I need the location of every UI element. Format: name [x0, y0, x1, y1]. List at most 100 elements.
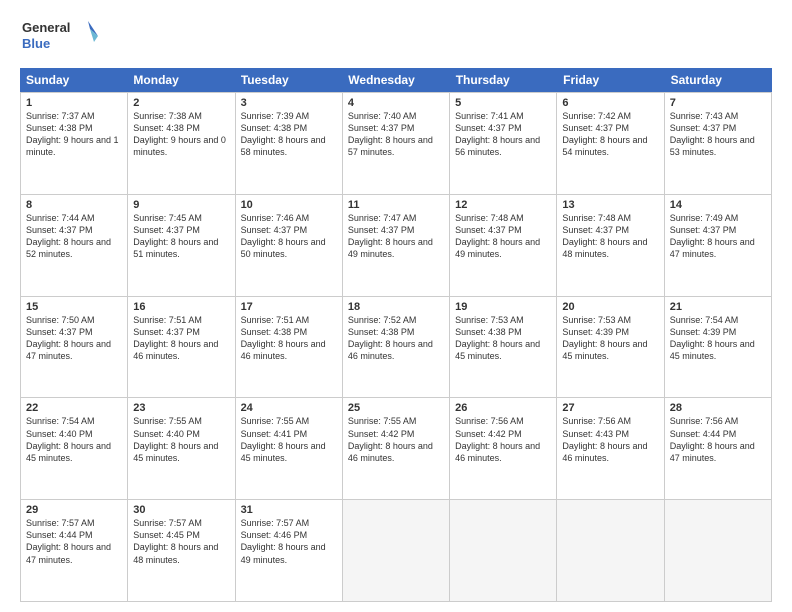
day-number: 11 [348, 199, 444, 211]
calendar-cell: 19 Sunrise: 7:53 AMSunset: 4:38 PMDaylig… [450, 297, 557, 398]
calendar-cell: 2 Sunrise: 7:38 AMSunset: 4:38 PMDayligh… [128, 93, 235, 194]
calendar-cell: 7 Sunrise: 7:43 AMSunset: 4:37 PMDayligh… [665, 93, 772, 194]
cell-info: Sunrise: 7:41 AMSunset: 4:37 PMDaylight:… [455, 111, 540, 157]
svg-text:Blue: Blue [22, 36, 50, 51]
calendar-cell: 10 Sunrise: 7:46 AMSunset: 4:37 PMDaylig… [236, 195, 343, 296]
cell-info: Sunrise: 7:57 AMSunset: 4:44 PMDaylight:… [26, 518, 111, 564]
day-number: 26 [455, 402, 551, 414]
cell-info: Sunrise: 7:38 AMSunset: 4:38 PMDaylight:… [133, 111, 226, 157]
svg-text:General: General [22, 20, 70, 35]
cell-info: Sunrise: 7:57 AMSunset: 4:45 PMDaylight:… [133, 518, 218, 564]
cell-info: Sunrise: 7:43 AMSunset: 4:37 PMDaylight:… [670, 111, 755, 157]
cell-info: Sunrise: 7:40 AMSunset: 4:37 PMDaylight:… [348, 111, 433, 157]
calendar-cell: 23 Sunrise: 7:55 AMSunset: 4:40 PMDaylig… [128, 398, 235, 499]
calendar-row: 29 Sunrise: 7:57 AMSunset: 4:44 PMDaylig… [20, 500, 772, 602]
day-number: 25 [348, 402, 444, 414]
calendar-header-cell: Sunday [20, 68, 127, 92]
calendar-cell: 9 Sunrise: 7:45 AMSunset: 4:37 PMDayligh… [128, 195, 235, 296]
calendar-cell: 14 Sunrise: 7:49 AMSunset: 4:37 PMDaylig… [665, 195, 772, 296]
calendar-cell: 27 Sunrise: 7:56 AMSunset: 4:43 PMDaylig… [557, 398, 664, 499]
day-number: 14 [670, 199, 766, 211]
cell-info: Sunrise: 7:47 AMSunset: 4:37 PMDaylight:… [348, 213, 433, 259]
logo-icon: General Blue [20, 16, 100, 58]
calendar-cell: 31 Sunrise: 7:57 AMSunset: 4:46 PMDaylig… [236, 500, 343, 601]
calendar-cell: 8 Sunrise: 7:44 AMSunset: 4:37 PMDayligh… [21, 195, 128, 296]
cell-info: Sunrise: 7:48 AMSunset: 4:37 PMDaylight:… [562, 213, 647, 259]
calendar-cell: 5 Sunrise: 7:41 AMSunset: 4:37 PMDayligh… [450, 93, 557, 194]
cell-info: Sunrise: 7:53 AMSunset: 4:39 PMDaylight:… [562, 315, 647, 361]
calendar-cell: 17 Sunrise: 7:51 AMSunset: 4:38 PMDaylig… [236, 297, 343, 398]
cell-info: Sunrise: 7:55 AMSunset: 4:41 PMDaylight:… [241, 416, 326, 462]
day-number: 8 [26, 199, 122, 211]
day-number: 2 [133, 97, 229, 109]
calendar-row: 8 Sunrise: 7:44 AMSunset: 4:37 PMDayligh… [20, 195, 772, 297]
calendar-cell: 21 Sunrise: 7:54 AMSunset: 4:39 PMDaylig… [665, 297, 772, 398]
day-number: 12 [455, 199, 551, 211]
day-number: 13 [562, 199, 658, 211]
calendar-cell [343, 500, 450, 601]
calendar-cell: 6 Sunrise: 7:42 AMSunset: 4:37 PMDayligh… [557, 93, 664, 194]
calendar-header-cell: Monday [127, 68, 234, 92]
calendar-cell: 12 Sunrise: 7:48 AMSunset: 4:37 PMDaylig… [450, 195, 557, 296]
calendar-cell: 29 Sunrise: 7:57 AMSunset: 4:44 PMDaylig… [21, 500, 128, 601]
calendar-row: 15 Sunrise: 7:50 AMSunset: 4:37 PMDaylig… [20, 297, 772, 399]
calendar-cell: 20 Sunrise: 7:53 AMSunset: 4:39 PMDaylig… [557, 297, 664, 398]
day-number: 31 [241, 504, 337, 516]
calendar-cell: 16 Sunrise: 7:51 AMSunset: 4:37 PMDaylig… [128, 297, 235, 398]
calendar-row: 22 Sunrise: 7:54 AMSunset: 4:40 PMDaylig… [20, 398, 772, 500]
cell-info: Sunrise: 7:50 AMSunset: 4:37 PMDaylight:… [26, 315, 111, 361]
cell-info: Sunrise: 7:55 AMSunset: 4:40 PMDaylight:… [133, 416, 218, 462]
day-number: 1 [26, 97, 122, 109]
calendar-cell: 15 Sunrise: 7:50 AMSunset: 4:37 PMDaylig… [21, 297, 128, 398]
day-number: 22 [26, 402, 122, 414]
calendar-cell: 13 Sunrise: 7:48 AMSunset: 4:37 PMDaylig… [557, 195, 664, 296]
cell-info: Sunrise: 7:49 AMSunset: 4:37 PMDaylight:… [670, 213, 755, 259]
cell-info: Sunrise: 7:54 AMSunset: 4:39 PMDaylight:… [670, 315, 755, 361]
cell-info: Sunrise: 7:56 AMSunset: 4:44 PMDaylight:… [670, 416, 755, 462]
day-number: 24 [241, 402, 337, 414]
day-number: 9 [133, 199, 229, 211]
day-number: 6 [562, 97, 658, 109]
calendar-cell: 4 Sunrise: 7:40 AMSunset: 4:37 PMDayligh… [343, 93, 450, 194]
cell-info: Sunrise: 7:37 AMSunset: 4:38 PMDaylight:… [26, 111, 119, 157]
calendar-cell: 25 Sunrise: 7:55 AMSunset: 4:42 PMDaylig… [343, 398, 450, 499]
cell-info: Sunrise: 7:56 AMSunset: 4:42 PMDaylight:… [455, 416, 540, 462]
day-number: 20 [562, 301, 658, 313]
cell-info: Sunrise: 7:57 AMSunset: 4:46 PMDaylight:… [241, 518, 326, 564]
day-number: 10 [241, 199, 337, 211]
cell-info: Sunrise: 7:51 AMSunset: 4:37 PMDaylight:… [133, 315, 218, 361]
day-number: 30 [133, 504, 229, 516]
cell-info: Sunrise: 7:56 AMSunset: 4:43 PMDaylight:… [562, 416, 647, 462]
cell-info: Sunrise: 7:53 AMSunset: 4:38 PMDaylight:… [455, 315, 540, 361]
day-number: 23 [133, 402, 229, 414]
calendar-cell: 1 Sunrise: 7:37 AMSunset: 4:38 PMDayligh… [21, 93, 128, 194]
cell-info: Sunrise: 7:51 AMSunset: 4:38 PMDaylight:… [241, 315, 326, 361]
cell-info: Sunrise: 7:45 AMSunset: 4:37 PMDaylight:… [133, 213, 218, 259]
page: General Blue SundayMondayTuesdayWednesda… [0, 0, 792, 612]
day-number: 7 [670, 97, 766, 109]
calendar-cell: 11 Sunrise: 7:47 AMSunset: 4:37 PMDaylig… [343, 195, 450, 296]
calendar-header: SundayMondayTuesdayWednesdayThursdayFrid… [20, 68, 772, 92]
calendar-header-cell: Wednesday [342, 68, 449, 92]
calendar-cell [450, 500, 557, 601]
day-number: 18 [348, 301, 444, 313]
calendar-header-cell: Tuesday [235, 68, 342, 92]
calendar-cell: 22 Sunrise: 7:54 AMSunset: 4:40 PMDaylig… [21, 398, 128, 499]
calendar-header-cell: Friday [557, 68, 664, 92]
cell-info: Sunrise: 7:39 AMSunset: 4:38 PMDaylight:… [241, 111, 326, 157]
day-number: 5 [455, 97, 551, 109]
day-number: 19 [455, 301, 551, 313]
cell-info: Sunrise: 7:48 AMSunset: 4:37 PMDaylight:… [455, 213, 540, 259]
day-number: 27 [562, 402, 658, 414]
day-number: 4 [348, 97, 444, 109]
calendar-cell: 3 Sunrise: 7:39 AMSunset: 4:38 PMDayligh… [236, 93, 343, 194]
calendar-cell: 24 Sunrise: 7:55 AMSunset: 4:41 PMDaylig… [236, 398, 343, 499]
calendar-header-cell: Thursday [450, 68, 557, 92]
calendar-cell: 26 Sunrise: 7:56 AMSunset: 4:42 PMDaylig… [450, 398, 557, 499]
calendar-body: 1 Sunrise: 7:37 AMSunset: 4:38 PMDayligh… [20, 92, 772, 602]
day-number: 15 [26, 301, 122, 313]
calendar-cell: 18 Sunrise: 7:52 AMSunset: 4:38 PMDaylig… [343, 297, 450, 398]
cell-info: Sunrise: 7:52 AMSunset: 4:38 PMDaylight:… [348, 315, 433, 361]
cell-info: Sunrise: 7:46 AMSunset: 4:37 PMDaylight:… [241, 213, 326, 259]
day-number: 29 [26, 504, 122, 516]
